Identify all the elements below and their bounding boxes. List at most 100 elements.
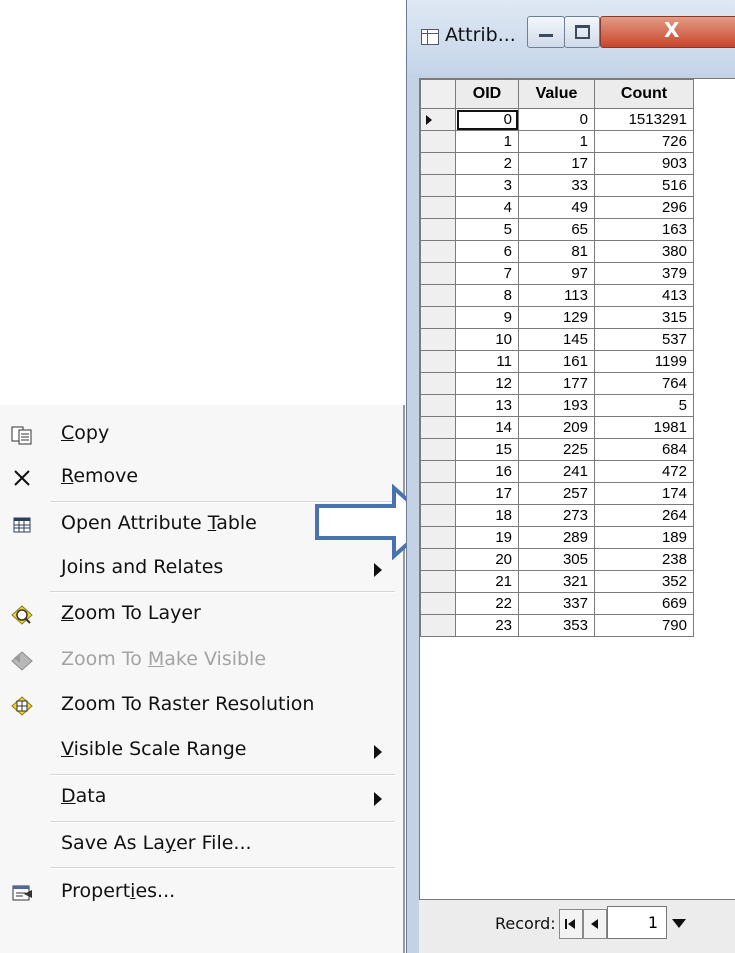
cell-value[interactable]: 0	[518, 108, 595, 131]
table-row[interactable]: 14 209 1981	[420, 416, 694, 439]
row-selector[interactable]	[420, 570, 456, 593]
table-row[interactable]: 10 145 537	[420, 328, 694, 351]
cell-count[interactable]: 537	[594, 328, 694, 351]
cell-value[interactable]: 241	[518, 460, 595, 483]
row-selector[interactable]	[420, 548, 456, 571]
cell-value[interactable]: 337	[518, 592, 595, 615]
cell-oid[interactable]: 0	[455, 108, 519, 131]
table-row[interactable]: 18 273 264	[420, 504, 694, 527]
row-selector[interactable]	[420, 196, 456, 219]
row-selector[interactable]	[420, 152, 456, 175]
cell-value[interactable]: 97	[518, 262, 595, 285]
column-header-oid[interactable]: OID	[455, 79, 519, 109]
row-selector[interactable]	[420, 306, 456, 329]
table-row[interactable]: 5 65 163	[420, 218, 694, 241]
row-selector[interactable]	[420, 416, 456, 439]
row-selector[interactable]	[420, 592, 456, 615]
table-row[interactable]: 15 225 684	[420, 438, 694, 461]
cell-value[interactable]: 113	[518, 284, 595, 307]
cell-count[interactable]: 264	[594, 504, 694, 527]
menu-item-zoom-to-layer[interactable]: Zoom To Layer	[0, 597, 400, 631]
menu-item-properties[interactable]: Properties...	[0, 875, 400, 909]
record-number-input[interactable]: 1	[607, 906, 667, 939]
cell-value[interactable]: 193	[518, 394, 595, 417]
cell-oid[interactable]: 16	[455, 460, 519, 483]
cell-value[interactable]: 257	[518, 482, 595, 505]
cell-count[interactable]: 684	[594, 438, 694, 461]
cell-count[interactable]: 1513291	[594, 108, 694, 131]
cell-count[interactable]: 189	[594, 526, 694, 549]
row-selector[interactable]	[420, 262, 456, 285]
row-selector[interactable]	[420, 130, 456, 153]
cell-oid[interactable]: 2	[455, 152, 519, 175]
table-row[interactable]: 20 305 238	[420, 548, 694, 571]
row-selector[interactable]	[420, 460, 456, 483]
column-header-value[interactable]: Value	[518, 79, 595, 109]
cell-value[interactable]: 305	[518, 548, 595, 571]
menu-item-copy[interactable]: Copy	[0, 417, 400, 451]
menu-item-visible-scale-range[interactable]: Visible Scale Range	[0, 733, 400, 767]
cell-value[interactable]: 225	[518, 438, 595, 461]
maximize-button[interactable]	[564, 16, 600, 48]
column-header-count[interactable]: Count	[594, 79, 694, 109]
cell-value[interactable]: 49	[518, 196, 595, 219]
cell-count[interactable]: 315	[594, 306, 694, 329]
cell-count[interactable]: 352	[594, 570, 694, 593]
table-row[interactable]: 6 81 380	[420, 240, 694, 263]
table-row[interactable]: 3 33 516	[420, 174, 694, 197]
table-row[interactable]: 11 161 1199	[420, 350, 694, 373]
cell-oid[interactable]: 11	[455, 350, 519, 373]
row-selector[interactable]	[420, 614, 456, 637]
cell-oid[interactable]: 14	[455, 416, 519, 439]
cell-oid[interactable]: 7	[455, 262, 519, 285]
table-row[interactable]: 16 241 472	[420, 460, 694, 483]
cell-count[interactable]: 472	[594, 460, 694, 483]
cell-value[interactable]: 177	[518, 372, 595, 395]
cell-count[interactable]: 903	[594, 152, 694, 175]
table-row[interactable]: 8 113 413	[420, 284, 694, 307]
select-all-header[interactable]	[420, 79, 456, 109]
cell-value[interactable]: 81	[518, 240, 595, 263]
cell-value[interactable]: 129	[518, 306, 595, 329]
cell-value[interactable]: 161	[518, 350, 595, 373]
row-selector[interactable]	[420, 504, 456, 527]
row-selector[interactable]	[420, 218, 456, 241]
cell-count[interactable]: 379	[594, 262, 694, 285]
table-row[interactable]: 7 97 379	[420, 262, 694, 285]
table-row[interactable]: 4 49 296	[420, 196, 694, 219]
row-selector[interactable]	[420, 240, 456, 263]
cell-oid[interactable]: 10	[455, 328, 519, 351]
cell-oid[interactable]: 9	[455, 306, 519, 329]
record-dropdown-button[interactable]	[669, 909, 689, 937]
minimize-button[interactable]	[527, 16, 565, 48]
cell-value[interactable]: 145	[518, 328, 595, 351]
cell-oid[interactable]: 22	[455, 592, 519, 615]
table-row[interactable]: 9 129 315	[420, 306, 694, 329]
cell-count[interactable]: 1199	[594, 350, 694, 373]
menu-item-zoom-to-raster-resolution[interactable]: Zoom To Raster Resolution	[0, 688, 400, 722]
cell-oid[interactable]: 8	[455, 284, 519, 307]
cell-value[interactable]: 353	[518, 614, 595, 637]
table-row[interactable]: 0 0 1513291	[420, 108, 694, 131]
cell-count[interactable]: 296	[594, 196, 694, 219]
cell-value[interactable]: 65	[518, 218, 595, 241]
table-row[interactable]: 21 321 352	[420, 570, 694, 593]
cell-oid[interactable]: 15	[455, 438, 519, 461]
row-selector[interactable]	[420, 350, 456, 373]
title-bar[interactable]: Attrib... X	[407, 0, 735, 74]
cell-count[interactable]: 413	[594, 284, 694, 307]
previous-record-button[interactable]	[583, 909, 607, 939]
cell-oid[interactable]: 1	[455, 130, 519, 153]
cell-count[interactable]: 790	[594, 614, 694, 637]
row-selector[interactable]	[420, 372, 456, 395]
cell-oid[interactable]: 23	[455, 614, 519, 637]
cell-oid[interactable]: 13	[455, 394, 519, 417]
cell-value[interactable]: 273	[518, 504, 595, 527]
cell-count[interactable]: 163	[594, 218, 694, 241]
cell-oid[interactable]: 17	[455, 482, 519, 505]
close-button[interactable]: X	[600, 16, 735, 48]
row-selector[interactable]	[420, 284, 456, 307]
table-row[interactable]: 17 257 174	[420, 482, 694, 505]
cell-count[interactable]: 726	[594, 130, 694, 153]
cell-count[interactable]: 174	[594, 482, 694, 505]
